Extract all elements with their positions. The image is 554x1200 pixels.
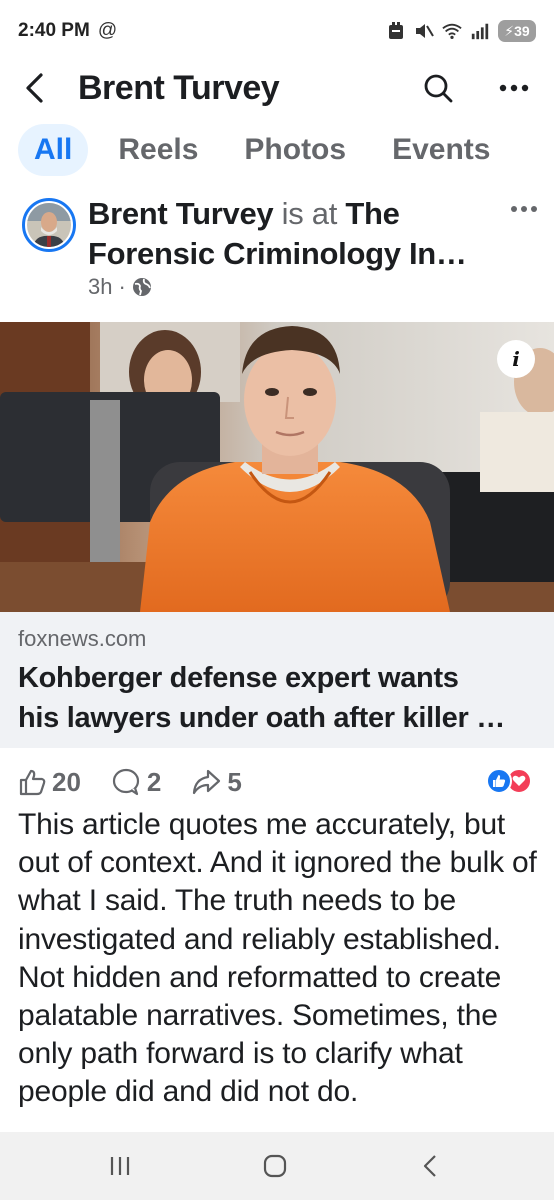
status-time: 2:40 PM — [18, 20, 90, 41]
tab-reels[interactable]: Reels — [102, 124, 214, 176]
globe-icon — [132, 278, 151, 296]
thumbs-up-icon — [19, 769, 46, 796]
post-time[interactable]: 3h — [88, 274, 112, 300]
more-horizontal-icon — [499, 84, 529, 92]
reaction-summary[interactable] — [486, 768, 532, 794]
chevron-left-icon — [26, 73, 43, 103]
post-meta: 3h · — [88, 274, 152, 300]
tab-photos[interactable]: Photos — [228, 124, 362, 176]
system-navigation-bar — [0, 1132, 554, 1200]
post-title: Brent Turvey is at The Forensic Criminol… — [88, 194, 498, 274]
author-name[interactable]: Brent Turvey — [88, 196, 274, 231]
chevron-left-icon — [423, 1155, 436, 1177]
link-preview-info[interactable]: foxnews.com Kohberger defense expert wan… — [0, 612, 554, 748]
comment-button[interactable]: 2 — [111, 767, 161, 798]
page-header: Brent Turvey — [0, 58, 554, 118]
wifi-icon — [442, 21, 462, 41]
post-header: Brent Turvey is at The Forensic Criminol… — [0, 190, 554, 310]
comment-icon — [112, 768, 140, 796]
share-button[interactable]: 5 — [191, 766, 242, 798]
engagement-bar: 20 2 5 — [0, 762, 554, 802]
more-options-button[interactable] — [494, 68, 534, 108]
link-domain: foxnews.com — [18, 626, 147, 651]
link-headline-line-1: Kohberger defense expert wants — [18, 662, 459, 694]
post-body-text: This article quotes me accurately, but o… — [18, 808, 537, 1109]
filter-tabs: All Reels Photos Events — [0, 124, 554, 176]
tab-events[interactable]: Events — [376, 124, 506, 176]
more-horizontal-icon — [511, 206, 537, 212]
home-button[interactable] — [255, 1146, 295, 1186]
link-preview-image[interactable] — [0, 322, 554, 612]
post-connector: is at — [281, 196, 338, 231]
system-back-button[interactable] — [410, 1146, 450, 1186]
search-button[interactable] — [418, 68, 458, 108]
battery-level: 39 — [514, 23, 530, 39]
data-saver-icon — [386, 21, 406, 41]
at-icon: @ — [97, 20, 118, 41]
search-icon — [424, 74, 453, 103]
post-options-button[interactable] — [506, 194, 542, 224]
like-reaction-icon — [486, 768, 512, 794]
page-title: Brent Turvey — [78, 68, 280, 107]
info-button[interactable]: i — [497, 340, 535, 378]
meta-separator: · — [118, 274, 126, 299]
status-bar: 2:40 PM @ ⚡ 39 — [0, 0, 554, 62]
tab-all[interactable]: All — [18, 124, 89, 176]
signal-icon — [470, 21, 490, 41]
share-count: 5 — [227, 766, 242, 797]
mute-icon — [414, 21, 434, 41]
recent-apps-icon — [110, 1157, 130, 1175]
like-count: 20 — [52, 766, 81, 797]
status-icons: ⚡ 39 — [386, 20, 536, 42]
avatar[interactable] — [22, 198, 76, 252]
recent-apps-button[interactable] — [100, 1146, 140, 1186]
back-button[interactable] — [14, 68, 54, 108]
comment-count: 2 — [146, 766, 162, 797]
share-icon — [193, 769, 221, 795]
link-headline-line-2: his lawyers under oath after killer … — [18, 702, 505, 734]
battery-icon: ⚡ 39 — [498, 20, 536, 42]
home-icon — [263, 1154, 287, 1178]
like-button[interactable]: 20 — [18, 767, 81, 798]
